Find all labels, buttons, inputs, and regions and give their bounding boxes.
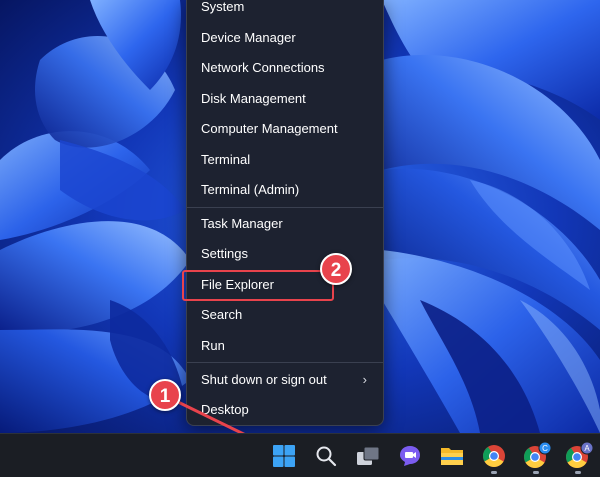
menu-separator: [187, 362, 383, 363]
winx-context-menu: System Device Manager Network Connection…: [186, 0, 384, 426]
menu-item-terminal[interactable]: Terminal: [187, 145, 383, 175]
annotation-step-2-badge: 2: [320, 253, 352, 285]
menu-item-settings[interactable]: Settings: [187, 239, 383, 269]
running-indicator: [491, 471, 497, 474]
chat-icon: [400, 446, 420, 466]
menu-item-terminal-admin[interactable]: Terminal (Admin): [187, 175, 383, 205]
chrome-profile-icon: A: [566, 441, 593, 468]
file-explorer-taskbar-button[interactable]: [433, 437, 471, 475]
profile-badge-letter: A: [584, 444, 590, 453]
menu-item-computer-management[interactable]: Computer Management: [187, 114, 383, 144]
menu-item-label: Shut down or sign out: [201, 372, 327, 387]
chat-button[interactable]: [391, 437, 429, 475]
start-button[interactable]: [265, 437, 303, 475]
search-icon: [316, 446, 337, 467]
menu-item-run[interactable]: Run: [187, 331, 383, 361]
profile-badge-letter: C: [542, 444, 548, 453]
menu-item-search[interactable]: Search: [187, 300, 383, 330]
running-indicator: [533, 471, 539, 474]
desktop-screen: System Device Manager Network Connection…: [0, 0, 600, 477]
menu-item-shut-down-or-sign-out[interactable]: Shut down or sign out ›: [187, 365, 383, 395]
running-indicator: [575, 471, 581, 474]
chrome-profile-icon: C: [524, 441, 551, 468]
task-view-icon: [357, 446, 380, 465]
menu-item-desktop[interactable]: Desktop: [187, 395, 383, 425]
chrome-profile-c-taskbar-button[interactable]: C: [517, 437, 555, 475]
menu-separator: [187, 207, 383, 208]
chrome-taskbar-button[interactable]: [475, 437, 513, 475]
windows-start-icon: [273, 445, 295, 467]
search-button[interactable]: [307, 437, 345, 475]
chevron-right-icon: ›: [362, 372, 367, 387]
file-explorer-icon: [441, 448, 463, 465]
menu-item-network-connections[interactable]: Network Connections: [187, 53, 383, 83]
menu-item-file-explorer[interactable]: File Explorer: [187, 270, 383, 300]
chrome-profile-a-taskbar-button[interactable]: A: [559, 437, 597, 475]
menu-item-disk-management[interactable]: Disk Management: [187, 84, 383, 114]
annotation-step-1-badge: 1: [149, 379, 181, 411]
menu-item-task-manager[interactable]: Task Manager: [187, 209, 383, 239]
task-view-button[interactable]: [349, 437, 387, 475]
menu-item-system[interactable]: System: [187, 0, 383, 22]
taskbar: C A: [0, 433, 600, 477]
menu-item-device-manager[interactable]: Device Manager: [187, 23, 383, 53]
chrome-icon: [483, 445, 505, 467]
